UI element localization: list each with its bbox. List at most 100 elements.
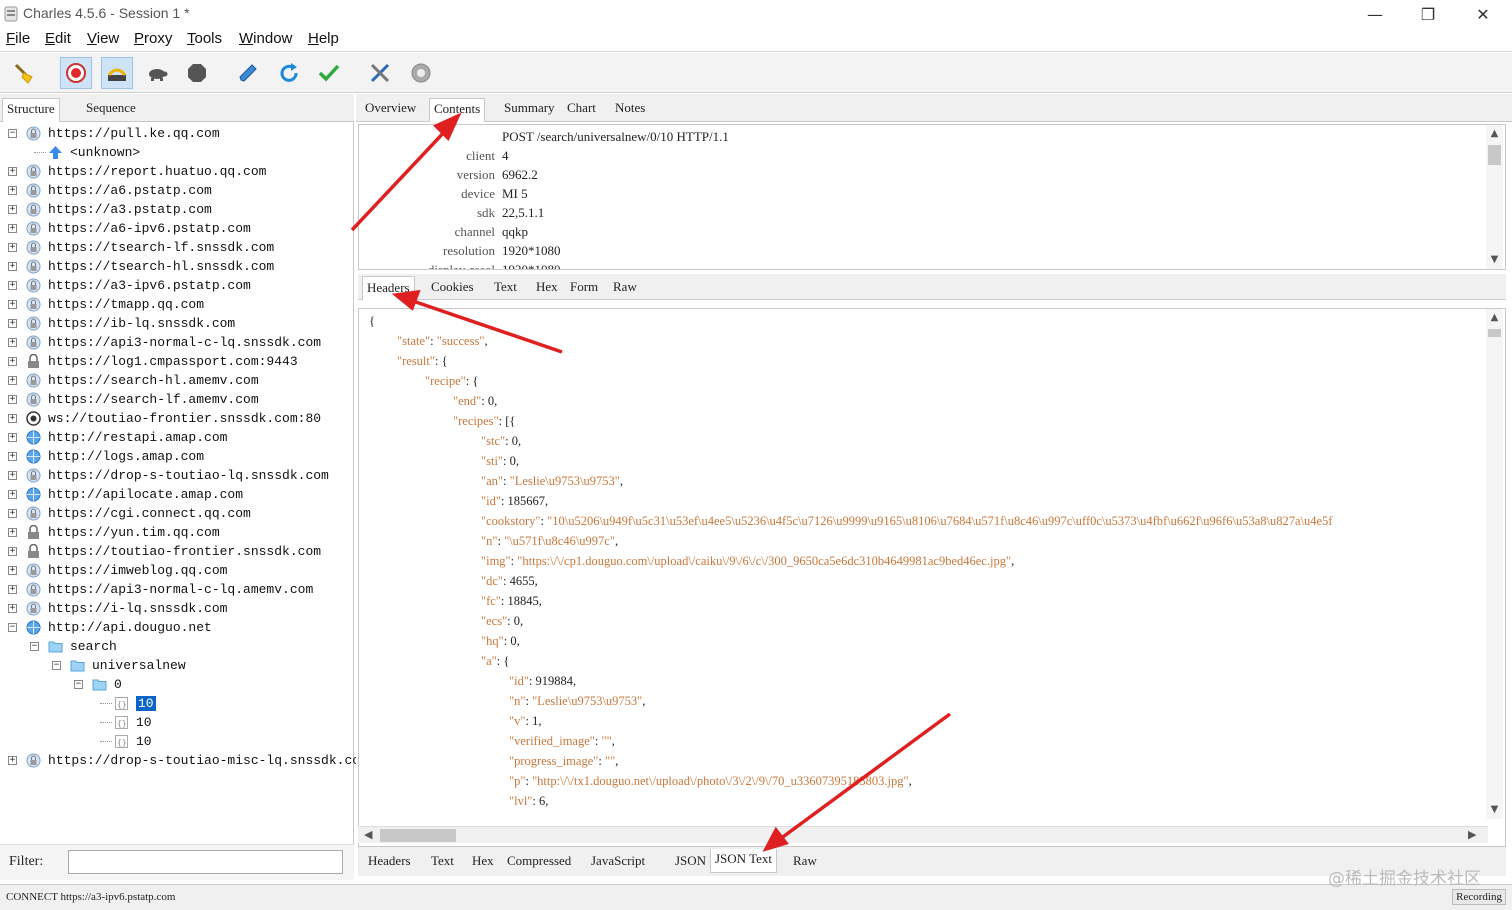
tree-node[interactable]: + https://tsearch-lf.snssdk.com — [0, 238, 352, 257]
tree-node[interactable]: + https://yun.tim.qq.com — [0, 523, 352, 542]
collapse-toggle[interactable]: − — [30, 642, 39, 651]
expand-toggle[interactable]: + — [8, 357, 17, 366]
expand-toggle[interactable]: + — [8, 300, 17, 309]
tree-node[interactable]: + https://a3-ipv6.pstatp.com — [0, 276, 352, 295]
menu-view[interactable]: View — [87, 30, 119, 47]
request-scrollbar[interactable]: ▲ ▼ — [1486, 125, 1503, 269]
subtab-headers[interactable]: Headers — [362, 276, 415, 300]
tree-node[interactable]: + https://api3-normal-c-lq.amemv.com — [0, 580, 352, 599]
tab-sequence[interactable]: Sequence — [82, 98, 140, 122]
tab-structure[interactable]: Structure — [2, 98, 60, 122]
minimize-button[interactable]: — — [1352, 0, 1398, 28]
stop-icon[interactable] — [181, 57, 213, 89]
tab-chart[interactable]: Chart — [563, 98, 600, 122]
scroll-thumb[interactable] — [1488, 329, 1501, 337]
expand-toggle[interactable]: + — [8, 490, 17, 499]
refresh-icon[interactable] — [273, 57, 305, 89]
scroll-right-arrow[interactable]: ▶ — [1468, 828, 1476, 841]
subtab-raw[interactable]: Raw — [609, 276, 641, 300]
tree-node[interactable]: + https://tsearch-hl.snssdk.com — [0, 257, 352, 276]
scroll-down-arrow[interactable]: ▼ — [1486, 253, 1503, 267]
tree-node[interactable]: − search — [0, 637, 352, 656]
tab-contents[interactable]: Contents — [429, 98, 486, 122]
btab-json[interactable]: JSON — [671, 851, 710, 875]
subtab-hex[interactable]: Hex — [532, 276, 562, 300]
tree-node[interactable]: + http://apilocate.amap.com — [0, 485, 352, 504]
tree-node[interactable]: − https://pull.ke.qq.com — [0, 124, 352, 143]
response-scrollbar[interactable]: ▲ ▼ — [1486, 309, 1503, 819]
tab-overview[interactable]: Overview — [361, 98, 420, 122]
collapse-toggle[interactable]: − — [74, 680, 83, 689]
tree-node[interactable]: + https://imweblog.qq.com — [0, 561, 352, 580]
scroll-down-arrow[interactable]: ▼ — [1486, 803, 1503, 817]
scroll-left-arrow[interactable]: ◀ — [364, 828, 372, 841]
scroll-thumb[interactable] — [1488, 145, 1501, 165]
tree-node[interactable]: + https://i-lq.snssdk.com — [0, 599, 352, 618]
tab-notes[interactable]: Notes — [611, 98, 649, 122]
subtab-cookies[interactable]: Cookies — [427, 276, 478, 300]
check-icon[interactable] — [313, 57, 345, 89]
tree-node[interactable]: + ws://toutiao-frontier.snssdk.com:80 — [0, 409, 352, 428]
tools-icon[interactable] — [364, 57, 396, 89]
tree-node[interactable]: {} 10 — [0, 713, 352, 732]
tree-node[interactable]: + https://drop-s-toutiao-lq.snssdk.com — [0, 466, 352, 485]
menu-proxy[interactable]: Proxy — [134, 30, 172, 47]
btab-text[interactable]: Text — [427, 851, 458, 875]
expand-toggle[interactable]: + — [8, 433, 17, 442]
collapse-toggle[interactable]: − — [8, 129, 17, 138]
expand-toggle[interactable]: + — [8, 756, 17, 765]
tree-node[interactable]: − http://api.douguo.net — [0, 618, 352, 637]
settings-icon[interactable] — [405, 57, 437, 89]
expand-toggle[interactable]: + — [8, 395, 17, 404]
scroll-up-arrow[interactable]: ▲ — [1486, 311, 1503, 325]
record-icon[interactable] — [60, 57, 92, 89]
tree-node[interactable]: + https://tmapp.qq.com — [0, 295, 352, 314]
expand-toggle[interactable]: + — [8, 452, 17, 461]
tree-node[interactable]: −0 — [0, 675, 352, 694]
tree-node[interactable]: + http://logs.amap.com — [0, 447, 352, 466]
tree-node[interactable]: + https://drop-s-toutiao-misc-lq.snssdk.c… — [0, 751, 368, 770]
expand-toggle[interactable]: + — [8, 509, 17, 518]
tree-node[interactable]: + https://cgi.connect.qq.com — [0, 504, 352, 523]
maximize-button[interactable]: ❐ — [1405, 0, 1451, 28]
tree-node[interactable]: + https://a6.pstatp.com — [0, 181, 352, 200]
tree-node[interactable]: {} 10 — [0, 694, 352, 713]
collapse-toggle[interactable]: − — [8, 623, 17, 632]
tree-node[interactable]: + https://a3.pstatp.com — [0, 200, 352, 219]
tree-node[interactable]: + https://search-lf.amemv.com — [0, 390, 352, 409]
expand-toggle[interactable]: + — [8, 338, 17, 347]
pen-icon[interactable] — [232, 57, 264, 89]
horizontal-scrollbar[interactable]: ◀ ▶ — [358, 826, 1488, 843]
menu-help[interactable]: Help — [308, 30, 339, 47]
tree-node[interactable]: + https://log1.cmpassport.com:9443 — [0, 352, 352, 371]
subtab-text[interactable]: Text — [490, 276, 521, 300]
expand-toggle[interactable]: + — [8, 585, 17, 594]
btab-headers[interactable]: Headers — [364, 851, 415, 875]
tree-node[interactable]: {} 10 — [0, 732, 352, 751]
filter-input[interactable] — [68, 850, 343, 874]
expand-toggle[interactable]: + — [8, 604, 17, 613]
expand-toggle[interactable]: + — [8, 205, 17, 214]
tree-node[interactable]: + https://toutiao-frontier.snssdk.com — [0, 542, 352, 561]
tree-node[interactable]: + https://api3-normal-c-lq.snssdk.com — [0, 333, 352, 352]
expand-toggle[interactable]: + — [8, 319, 17, 328]
expand-toggle[interactable]: + — [8, 224, 17, 233]
tree-node[interactable]: + https://ib-lq.snssdk.com — [0, 314, 352, 333]
tree-node[interactable]: + https://a6-ipv6.pstatp.com — [0, 219, 352, 238]
expand-toggle[interactable]: + — [8, 281, 17, 290]
expand-toggle[interactable]: + — [8, 262, 17, 271]
btab-json-text[interactable]: JSON Text — [710, 849, 777, 873]
expand-toggle[interactable]: + — [8, 566, 17, 575]
tree-node[interactable]: + http://restapi.amap.com — [0, 428, 352, 447]
btab-javascript[interactable]: JavaScript — [587, 851, 649, 875]
expand-toggle[interactable]: + — [8, 376, 17, 385]
menu-edit[interactable]: Edit — [45, 30, 71, 47]
collapse-toggle[interactable]: − — [52, 661, 61, 670]
turtle-icon[interactable] — [141, 57, 173, 89]
expand-toggle[interactable]: + — [8, 243, 17, 252]
tab-summary[interactable]: Summary — [500, 98, 559, 122]
expand-toggle[interactable]: + — [8, 528, 17, 537]
menu-tools[interactable]: Tools — [187, 30, 222, 47]
subtab-form[interactable]: Form — [566, 276, 602, 300]
btab-compressed[interactable]: Compressed — [503, 851, 575, 875]
